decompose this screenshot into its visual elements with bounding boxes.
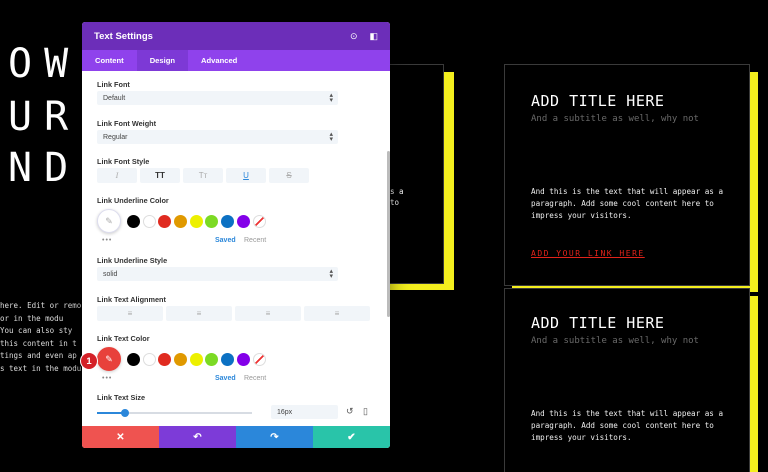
link-text-size-label: Link Text Size: [97, 393, 146, 402]
redo-icon: ↷: [270, 431, 279, 443]
slider-handle[interactable]: [120, 409, 129, 417]
swatch-blue[interactable]: [221, 214, 235, 228]
modal-header: Text Settings ⊙ ◧: [82, 22, 390, 50]
select-arrow-icon: ▴ ▾: [329, 268, 333, 280]
link-text-alignment-label: Link Text Alignment: [97, 295, 166, 304]
card-paragraph: And this is the text that will appear as…: [531, 409, 724, 442]
saved-colors-tab[interactable]: Saved: [215, 237, 236, 244]
check-icon: ✔: [347, 431, 356, 443]
tab-design[interactable]: Design: [136, 50, 189, 71]
align-center-icon[interactable]: ≡: [166, 306, 232, 321]
hero-heading-line-3: ND: [8, 145, 81, 191]
link-underline-style-label: Link Underline Style: [97, 256, 168, 265]
modal-tabs: Content Design Advanced: [82, 50, 390, 71]
card-subtitle: And a subtitle as well, why not: [531, 336, 699, 346]
save-button[interactable]: ✔: [313, 426, 390, 448]
swatch-purple[interactable]: [236, 352, 250, 366]
reset-icon[interactable]: ↺: [346, 406, 354, 417]
redo-button[interactable]: ↷: [236, 426, 313, 448]
swatch-white[interactable]: [142, 352, 156, 366]
link-font-weight-label: Link Font Weight: [97, 119, 157, 128]
link-underline-style-select[interactable]: solid ▴ ▾: [97, 267, 338, 281]
capitalize-button[interactable]: Tт: [183, 168, 223, 183]
alignment-buttons: ≡ ≡ ≡ ≡: [97, 306, 370, 321]
content-card: ADD TITLE HERE And a subtitle as well, w…: [504, 64, 750, 286]
mobile-icon[interactable]: ▯: [363, 406, 368, 417]
strikethrough-button[interactable]: S: [269, 168, 309, 183]
swatch-none-icon[interactable]: [252, 214, 266, 228]
text-color-row: ✎: [97, 347, 268, 371]
swatch-black[interactable]: [127, 352, 140, 366]
undo-icon: ↶: [193, 431, 202, 443]
uppercase-button[interactable]: TT: [140, 168, 180, 183]
card-subtitle: And a subtitle as well, why not: [531, 114, 699, 124]
card-paragraph: And this is the text that will appear as…: [531, 187, 724, 220]
card-link[interactable]: ADD YOUR LINK HERE: [531, 249, 645, 258]
swatch-red[interactable]: [158, 214, 172, 228]
step-badge: 1: [80, 352, 98, 370]
align-right-icon[interactable]: ≡: [235, 306, 301, 321]
recent-colors-tab[interactable]: Recent: [244, 375, 266, 382]
swatch-blue[interactable]: [221, 352, 235, 366]
modal-title: Text Settings: [94, 30, 153, 42]
tab-content[interactable]: Content: [82, 50, 137, 71]
swatch-orange[interactable]: [174, 352, 188, 366]
link-font-select[interactable]: Default ▴ ▾: [97, 91, 338, 105]
card-paragraph-fragment: s a to: [390, 187, 404, 207]
swatch-orange[interactable]: [174, 214, 188, 228]
close-icon: ✕: [116, 431, 125, 443]
swatch-green[interactable]: [205, 214, 219, 228]
underline-color-row: ✎: [97, 209, 268, 233]
target-icon[interactable]: ⊙: [350, 31, 358, 42]
swatch-yellow[interactable]: [189, 214, 203, 228]
modal-footer: ✕ ↶ ↷ ✔: [82, 426, 390, 448]
swatch-yellow[interactable]: [189, 352, 203, 366]
swatch-red[interactable]: [158, 352, 172, 366]
card-title: ADD TITLE HERE: [531, 92, 665, 110]
swatch-white[interactable]: [142, 214, 156, 228]
link-underline-color-label: Link Underline Color: [97, 196, 169, 205]
swatch-none-icon[interactable]: [252, 352, 266, 366]
italic-button[interactable]: I: [97, 168, 137, 183]
content-card: ADD TITLE HERE And a subtitle as well, w…: [504, 288, 750, 472]
hero-heading-line-2: UR: [8, 94, 81, 140]
card-title: ADD TITLE HERE: [531, 314, 665, 332]
link-font-style-label: Link Font Style: [97, 157, 150, 166]
text-size-input[interactable]: 16px: [271, 405, 338, 419]
modal-body: Link Font Default ▴ ▾ Link Font Weight Re…: [82, 71, 390, 424]
cancel-button[interactable]: ✕: [82, 426, 159, 448]
align-left-icon[interactable]: ≡: [97, 306, 163, 321]
eyedropper-icon[interactable]: ✎: [97, 347, 121, 371]
link-text-color-label: Link Text Color: [97, 334, 150, 343]
eyedropper-icon[interactable]: ✎: [97, 209, 121, 233]
swatch-purple[interactable]: [236, 214, 250, 228]
recent-colors-tab[interactable]: Recent: [244, 237, 266, 244]
text-settings-modal: Text Settings ⊙ ◧ Content Design Advance…: [82, 22, 390, 448]
tab-advanced[interactable]: Advanced: [188, 50, 250, 71]
swatch-green[interactable]: [205, 352, 219, 366]
align-justify-icon[interactable]: ≡: [304, 306, 370, 321]
saved-colors-tab[interactable]: Saved: [215, 375, 236, 382]
expand-icon[interactable]: ◧: [369, 31, 378, 42]
modal-scrollbar[interactable]: [387, 151, 390, 317]
link-font-weight-select[interactable]: Regular ▴ ▾: [97, 130, 338, 144]
swatch-black[interactable]: [127, 214, 140, 228]
link-font-style-buttons: I TT Tт U S: [97, 168, 309, 183]
text-size-slider[interactable]: [97, 409, 252, 417]
underline-button[interactable]: U: [226, 168, 266, 183]
select-arrow-icon: ▴ ▾: [329, 92, 333, 104]
hero-heading-line-1: OW: [8, 41, 81, 87]
select-arrow-icon: ▴ ▾: [329, 131, 333, 143]
more-colors-button[interactable]: •••: [102, 375, 112, 382]
more-colors-button[interactable]: •••: [102, 237, 112, 244]
link-font-label: Link Font: [97, 80, 130, 89]
undo-button[interactable]: ↶: [159, 426, 236, 448]
